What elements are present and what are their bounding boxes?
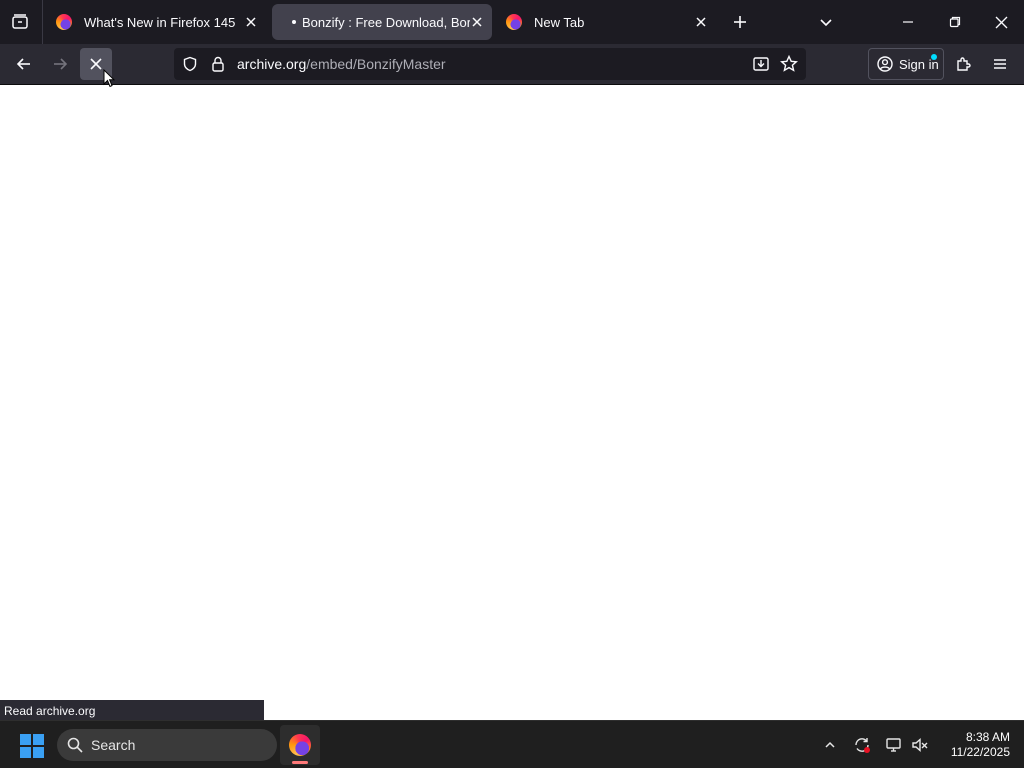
tracking-protection-shield-icon[interactable]	[182, 56, 198, 77]
close-window-icon[interactable]	[989, 10, 1013, 34]
firefox-icon	[506, 14, 522, 30]
navigation-toolbar: archive.org/embed/BonzifyMaster Sign in	[0, 44, 1024, 85]
update-sync-icon[interactable]	[850, 733, 874, 757]
lock-icon[interactable]	[211, 56, 225, 77]
url-bar[interactable]: archive.org/embed/BonzifyMaster	[174, 48, 806, 80]
url-text[interactable]: archive.org/embed/BonzifyMaster	[237, 56, 446, 72]
close-tab-icon[interactable]	[468, 13, 486, 31]
list-all-tabs-chevron-icon[interactable]	[814, 10, 838, 34]
search-icon	[67, 737, 83, 753]
tab-new-tab[interactable]: New Tab	[498, 4, 716, 40]
show-hidden-icons-chevron-icon[interactable]	[818, 733, 842, 757]
minimize-icon[interactable]	[896, 10, 920, 34]
url-domain: archive.org	[237, 56, 307, 72]
volume-muted-icon[interactable]	[908, 733, 932, 757]
app-menu-button[interactable]	[984, 48, 1016, 80]
loading-dot-icon	[292, 20, 296, 24]
url-path: /embed/BonzifyMaster	[306, 56, 446, 72]
taskbar-search-box[interactable]: Search	[57, 729, 277, 761]
close-tab-icon[interactable]	[242, 13, 260, 31]
search-label: Search	[91, 737, 136, 753]
new-tab-plus-icon[interactable]	[728, 10, 752, 34]
taskbar-firefox-app[interactable]	[280, 725, 320, 765]
firefox-view-icon[interactable]	[8, 10, 32, 34]
running-indicator	[292, 761, 308, 764]
restore-window-icon[interactable]	[943, 10, 967, 34]
windows-start-icon[interactable]	[20, 734, 44, 758]
puzzle-icon	[957, 57, 971, 71]
network-display-icon[interactable]	[882, 733, 906, 757]
clock-date: 11/22/2025	[950, 745, 1010, 759]
hamburger-menu-icon	[994, 59, 1006, 69]
sign-in-button[interactable]: Sign in	[868, 48, 944, 80]
tab-whats-new[interactable]: What's New in Firefox 145	[48, 4, 266, 40]
account-icon	[877, 56, 893, 72]
screen: What's New in Firefox 145 Bonzify : Free…	[0, 0, 1024, 768]
tab-strip: What's New in Firefox 145 Bonzify : Free…	[0, 0, 1024, 44]
tab-title: What's New in Firefox 145	[84, 14, 236, 30]
tab-title: New Tab	[534, 14, 585, 30]
system-clock[interactable]: 8:38 AM 11/22/2025	[940, 730, 1010, 760]
firefox-icon	[289, 734, 311, 756]
clock-time: 8:38 AM	[965, 730, 1010, 744]
tab-title: Bonzify : Free Download, Borrow	[302, 14, 470, 30]
firefox-icon	[56, 14, 72, 30]
save-to-pocket-download-icon[interactable]	[752, 55, 770, 78]
extensions-button[interactable]	[948, 48, 980, 80]
windows-taskbar: Search 8:38 AM 11/22/2025	[0, 720, 1024, 768]
mouse-cursor-icon	[103, 69, 115, 88]
status-panel: Read archive.org	[0, 700, 264, 720]
back-button[interactable]	[8, 48, 40, 80]
tab-separator	[42, 0, 43, 44]
page-content[interactable]	[0, 85, 1024, 720]
bookmark-star-icon[interactable]	[780, 54, 798, 78]
tab-bonzify[interactable]: Bonzify : Free Download, Borrow	[272, 4, 492, 40]
forward-button[interactable]	[44, 48, 76, 80]
notification-badge	[931, 54, 937, 60]
close-tab-icon[interactable]	[692, 13, 710, 31]
